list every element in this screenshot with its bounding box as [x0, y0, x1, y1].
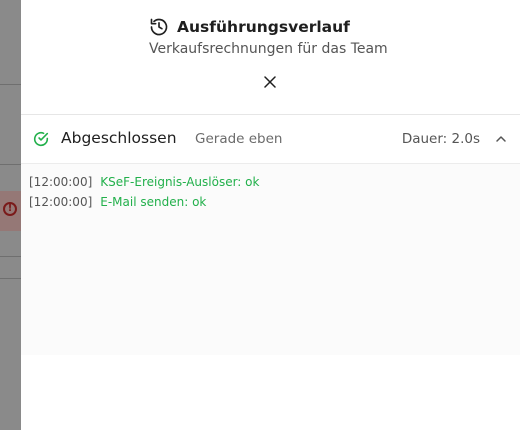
execution-history-panel: Ausführungsverlauf Verkaufsrechnungen fü…: [21, 0, 520, 430]
backdrop-divider: [0, 256, 21, 257]
close-icon: [264, 76, 276, 88]
backdrop-divider: [0, 84, 21, 85]
close-button[interactable]: [261, 73, 279, 91]
run-header-toggle[interactable]: Abgeschlossen Gerade eben Dauer: 2.0s: [21, 115, 520, 164]
panel-header: Ausführungsverlauf Verkaufsrechnungen fü…: [21, 0, 520, 114]
log-message: KSeF-Ereignis-Auslöser: ok: [100, 175, 260, 189]
history-icon: [150, 18, 168, 36]
log-line: [12:00:00] KSeF-Ereignis-Auslöser: ok: [29, 172, 259, 192]
title-row: Ausführungsverlauf: [149, 17, 350, 37]
backdrop-divider: [0, 278, 21, 279]
chevron-up-icon: [496, 136, 506, 142]
panel-subtitle: Verkaufsrechnungen für das Team: [149, 41, 388, 57]
alert-icon: !: [3, 202, 17, 216]
run-duration: Dauer: 2.0s: [401, 131, 480, 147]
panel-title: Ausführungsverlauf: [177, 18, 350, 36]
log-timestamp: [12:00:00]: [29, 175, 93, 189]
backdrop-divider: [0, 164, 21, 165]
check-circle-icon: [33, 131, 49, 147]
log-timestamp: [12:00:00]: [29, 195, 93, 209]
log-line: [12:00:00] E-Mail senden: ok: [29, 192, 259, 212]
run-entry: Abgeschlossen Gerade eben Dauer: 2.0s [1…: [21, 115, 520, 355]
run-log: [12:00:00] KSeF-Ereignis-Auslöser: ok [1…: [29, 172, 259, 212]
page-backdrop[interactable]: !: [0, 0, 21, 430]
log-message: E-Mail senden: ok: [100, 195, 207, 209]
run-timestamp: Gerade eben: [195, 131, 283, 147]
run-status: Abgeschlossen: [61, 129, 177, 147]
